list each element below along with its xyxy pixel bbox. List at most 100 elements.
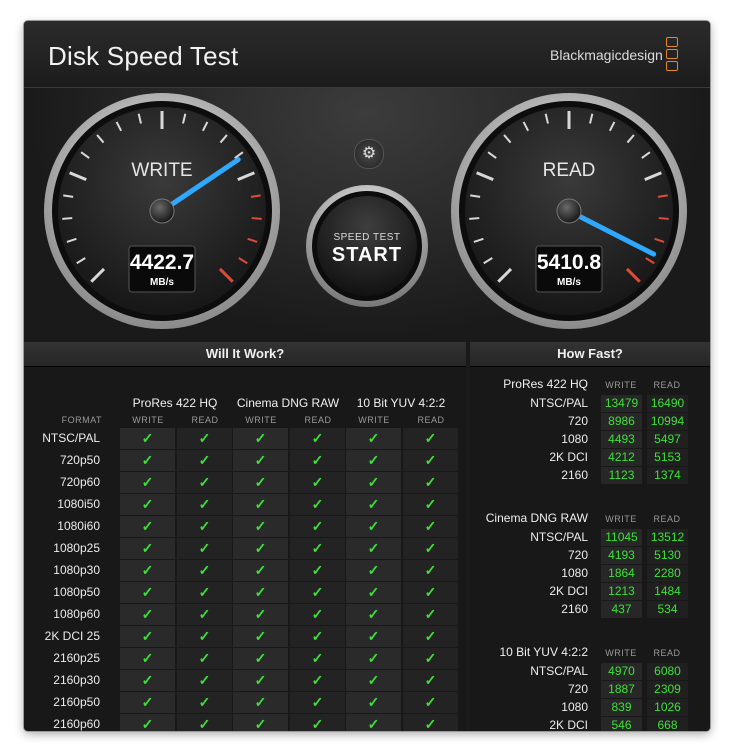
read-speed-cell: 1026 [647,699,688,716]
check-icon: ✓ [198,474,211,490]
check-icon: ✓ [367,716,380,731]
column-subheader: WRITE [605,380,637,390]
check-icon: ✓ [424,584,437,600]
check-icon: ✓ [311,430,324,446]
format-label: 720p60 [59,475,100,489]
format-label: 1080 [561,700,588,714]
check-icon: ✓ [141,452,154,468]
check-icon: ✓ [367,650,380,666]
codec-header: ProRes 422 HQ [132,396,218,410]
check-icon: ✓ [311,694,324,710]
check-icon: ✓ [254,628,267,644]
codec-header: 10 Bit YUV 4:2:2 [499,645,589,659]
read-gauge [451,93,687,329]
how-fast-title: How Fast? [470,342,710,367]
write-speed-cell: 13479 [601,395,642,412]
read-speed-cell: 1374 [647,467,688,484]
check-icon: ✓ [424,628,437,644]
write-speed-cell: 4493 [601,431,642,448]
column-subheader: WRITE [358,415,390,425]
write-speed-cell: 546 [601,717,642,731]
format-label: 1080 [561,566,588,580]
column-subheader: READ [653,648,681,658]
write-speed-cell: 437 [601,601,642,618]
format-label: 720p50 [59,453,100,467]
check-icon: ✓ [424,474,437,490]
format-label: 1080p25 [53,541,100,555]
write-speed-cell: 1864 [601,565,642,582]
read-speed-cell: 10994 [647,413,688,430]
column-subheader: READ [417,415,445,425]
format-label: 720 [567,682,588,696]
column-subheader: READ [653,380,681,390]
read-speed-cell: 2309 [647,681,688,698]
write-gauge [44,93,280,329]
app-window: × Disk Speed Test Blackmagicdesign [24,21,710,731]
write-speed-cell: 1123 [601,467,642,484]
page-title: Disk Speed Test [48,41,239,71]
gauge-tick [251,217,262,220]
codec-header: Cinema DNG RAW [485,511,588,525]
gauge-area: WRITE READ 4422.7 MB/s 5410.8 MB/s ⚙ SPE… [24,88,710,340]
write-speed-cell: 11045 [601,529,642,546]
check-icon: ✓ [198,540,211,556]
format-label: 2160p30 [53,673,100,687]
check-icon: ✓ [367,584,380,600]
check-icon: ✓ [254,540,267,556]
check-icon: ✓ [141,496,154,512]
check-icon: ✓ [198,606,211,622]
check-icon: ✓ [367,518,380,534]
column-subheader: WRITE [605,648,637,658]
check-icon: ✓ [311,672,324,688]
check-icon: ✓ [254,606,267,622]
check-icon: ✓ [424,694,437,710]
format-label: 2160p60 [53,717,100,731]
check-icon: ✓ [141,584,154,600]
column-subheader: WRITE [245,415,277,425]
check-icon: ✓ [254,716,267,731]
write-speed-cell: 839 [601,699,642,716]
check-icon: ✓ [424,606,437,622]
write-speed-cell: 4193 [601,547,642,564]
check-icon: ✓ [311,628,324,644]
format-label: 2160 [561,602,588,616]
check-icon: ✓ [198,650,211,666]
column-subheader: READ [653,514,681,524]
check-icon: ✓ [198,562,211,578]
check-icon: ✓ [141,540,154,556]
read-readout: 5410.8 MB/s [536,251,602,288]
will-it-work-panel: Will It Work? ProRes 422 HQ WRITE READ Cine… [24,342,466,731]
format-label: 1080p30 [53,563,100,577]
check-icon: ✓ [367,606,380,622]
check-icon: ✓ [254,518,267,534]
format-label: 2K DCI [549,584,588,598]
format-label: 2160 [561,468,588,482]
write-speed-unit: MB/s [150,277,174,288]
will-it-work-title: Will It Work? [24,342,466,367]
read-speed-cell: 16490 [647,395,688,412]
check-icon: ✓ [367,562,380,578]
check-icon: ✓ [198,496,211,512]
format-label: 2K DCI [549,718,588,731]
check-icon: ✓ [367,628,380,644]
check-icon: ✓ [198,430,211,446]
format-label: NTSC/PAL [42,431,100,445]
gear-icon[interactable]: ⚙ [354,139,384,169]
format-label: NTSC/PAL [530,396,588,410]
start-button[interactable]: SPEED TEST START [307,186,427,306]
read-speed-unit: MB/s [557,277,581,288]
read-speed-cell: 1484 [647,583,688,600]
check-icon: ✓ [311,474,324,490]
check-icon: ✓ [424,540,437,556]
codec-header: 10 Bit YUV 4:2:2 [356,396,446,410]
check-icon: ✓ [198,672,211,688]
gauge-tick [469,217,480,220]
check-icon: ✓ [141,716,154,731]
format-label: 2160p25 [53,651,100,665]
column-subheader: WRITE [605,514,637,524]
how-fast-panel: How Fast? ProRes 422 HQ WRITE READ NTSC/PAL… [470,342,710,731]
check-icon: ✓ [424,562,437,578]
check-icon: ✓ [198,694,211,710]
check-icon: ✓ [311,584,324,600]
check-icon: ✓ [141,694,154,710]
